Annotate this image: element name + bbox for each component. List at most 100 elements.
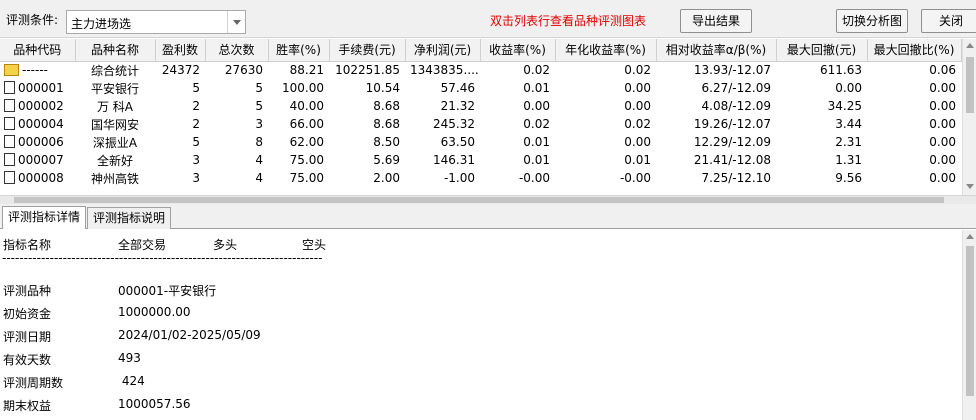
cell-fee: 5.69 [373,153,400,167]
column-header[interactable]: 最大回撤比(%) [867,39,962,62]
cell-rel: 21.41/-12.08 [693,153,771,167]
scroll-thumb[interactable] [966,57,974,113]
column-header[interactable]: 收益率(%) [480,39,556,62]
table-horizontal-scrollbar[interactable] [0,195,976,204]
detail-key: 评测周期数 [3,376,64,390]
table-row[interactable]: ------ 综合统计 24372 27630 88.21 102251.85 134383… [0,61,961,79]
cell-fee: 102251.85 [335,63,400,78]
cell-name: 深振业A [92,135,138,150]
cell-rate: 100.00 [282,81,324,95]
cell-dd: 1.31 [835,153,862,167]
cell-profit: 57.46 [440,81,475,95]
cell-win: 5 [192,135,200,149]
cell-code: 000007 [0,151,75,169]
tab-metric-details[interactable]: 评测指标详情 [2,206,87,229]
cell-profit: 21.32 [440,99,475,113]
cell-dd: 34.25 [827,99,862,113]
column-header[interactable]: 年化收益率(%) [555,39,657,62]
hint-text: 双击列表行查看品种评测图表 [490,14,647,28]
detail-key: 初始资金 [3,307,52,321]
cell-dd: 9.56 [835,171,862,185]
cell-code: 000008 [0,169,75,187]
column-header[interactable]: 总次数 [205,39,269,62]
column-header[interactable]: 胜率(%) [268,39,330,62]
cell-text: 000008 [18,171,64,185]
chevron-down-icon[interactable] [227,11,245,33]
cell-annual: 0.00 [624,81,651,95]
scroll-up-icon[interactable] [966,234,974,239]
cell-code: 000004 [0,115,75,133]
cell-total: 4 [255,153,263,167]
cell-win: 5 [192,81,200,95]
table-row[interactable]: 000002 万 科A 2 5 40.00 8.68 21.32 0.00 0.00 4.08/-… [0,97,961,115]
table-header-row: 品种代码 品种名称 盈利数 总次数 胜率(%) 手续费(元) 净利润(元) 收益… [0,39,962,62]
condition-select-value: 主力进场选 [71,17,132,31]
scroll-down-icon[interactable] [966,184,974,189]
cell-profit: -1.00 [443,171,475,185]
table-vertical-scrollbar[interactable] [962,39,976,195]
cell-annual: 0.00 [624,135,651,149]
cell-win: 2 [192,99,200,113]
toolbar: 评测条件: 主力进场选 双击列表行查看品种评测图表 导出结果 切换分析图 关闭 [0,0,976,38]
detail-value: 424 [118,374,145,388]
cell-ddr: 0.00 [929,135,956,149]
cell-rate: 40.00 [289,99,324,113]
cell-total: 3 [255,117,263,131]
detail-key: 评测日期 [3,330,52,344]
cell-ddr: 0.00 [929,99,956,113]
switch-chart-button[interactable]: 切换分析图 [836,9,908,33]
column-header[interactable]: 品种名称 [75,39,156,62]
detail-key: 期末权益 [3,399,52,413]
cell-ddr: 0.00 [929,171,956,185]
document-icon [4,135,15,148]
export-button[interactable]: 导出结果 [680,9,752,33]
close-button[interactable]: 关闭 [921,9,976,33]
cell-profit: 245.32 [433,117,475,131]
detail-panel: 指标名称 全部交易 多头 空头 ------------------------… [0,230,976,420]
detail-value: 1000057.56 [118,397,191,411]
cell-ret: 0.02 [523,63,550,78]
cell-code: ------ [0,61,75,79]
detail-vertical-scrollbar[interactable] [962,230,976,420]
document-icon [4,99,15,112]
column-header[interactable]: 净利润(元) [405,39,481,62]
table-row[interactable]: 000008 神州高铁 3 4 75.00 2.00 -1.00 -0.00 -0.00 7.25… [0,169,961,187]
tab-metric-explanation[interactable]: 评测指标说明 [87,207,172,229]
cell-dd: 0.00 [835,81,862,95]
column-header[interactable]: 相对收益率α/β(%) [656,39,777,62]
detail-key: 有效天数 [3,353,52,367]
scroll-thumb[interactable] [14,197,944,203]
scroll-up-icon[interactable] [966,43,974,48]
cell-profit: 146.31 [433,153,475,167]
cell-name: 综合统计 [90,63,139,78]
column-header[interactable]: 盈利数 [155,39,206,62]
column-header[interactable]: 手续费(元) [329,39,406,62]
cell-ddr: 0.06 [929,63,956,78]
detail-value: 2024/01/02-2025/05/09 [118,328,261,342]
cell-ret: 0.01 [523,81,550,95]
cell-annual: 0.00 [624,99,651,113]
cell-rel: 13.93/-12.07 [693,63,771,78]
column-header[interactable]: 品种代码 [0,39,76,62]
condition-select[interactable]: 主力进场选 [66,10,246,34]
table-row[interactable]: 000007 全新好 3 4 75.00 5.69 146.31 0.01 0.01 21.41/… [0,151,961,169]
cell-rate: 62.00 [289,135,324,149]
cell-annual: 0.02 [624,63,651,78]
detail-header-all: 全部交易 [118,238,167,252]
cell-total: 4 [255,171,263,185]
table-row[interactable]: 000004 国华网安 2 3 66.00 8.68 245.32 0.02 0.02 19.26… [0,115,961,133]
cell-rate: 75.00 [289,171,324,185]
column-header[interactable]: 最大回撤(元) [776,39,868,62]
cell-text: 000007 [18,153,64,167]
cell-rate: 88.21 [289,63,324,78]
detail-header-short: 空头 [302,238,327,252]
cell-win: 3 [192,153,200,167]
cell-profit: 63.50 [440,135,475,149]
cell-rel: 19.26/-12.07 [693,117,771,131]
cell-fee: 10.54 [365,81,400,95]
scroll-thumb[interactable] [966,246,974,396]
detail-value: 000001-平安银行 [118,284,217,298]
table-row[interactable]: 000006 深振业A 5 8 62.00 8.50 63.50 0.01 0.00 12.29/… [0,133,961,151]
table-row[interactable]: 000001 平安银行 5 5 100.00 10.54 57.46 0.01 0.00 6.27… [0,79,961,97]
cell-total: 27630 [224,63,263,78]
